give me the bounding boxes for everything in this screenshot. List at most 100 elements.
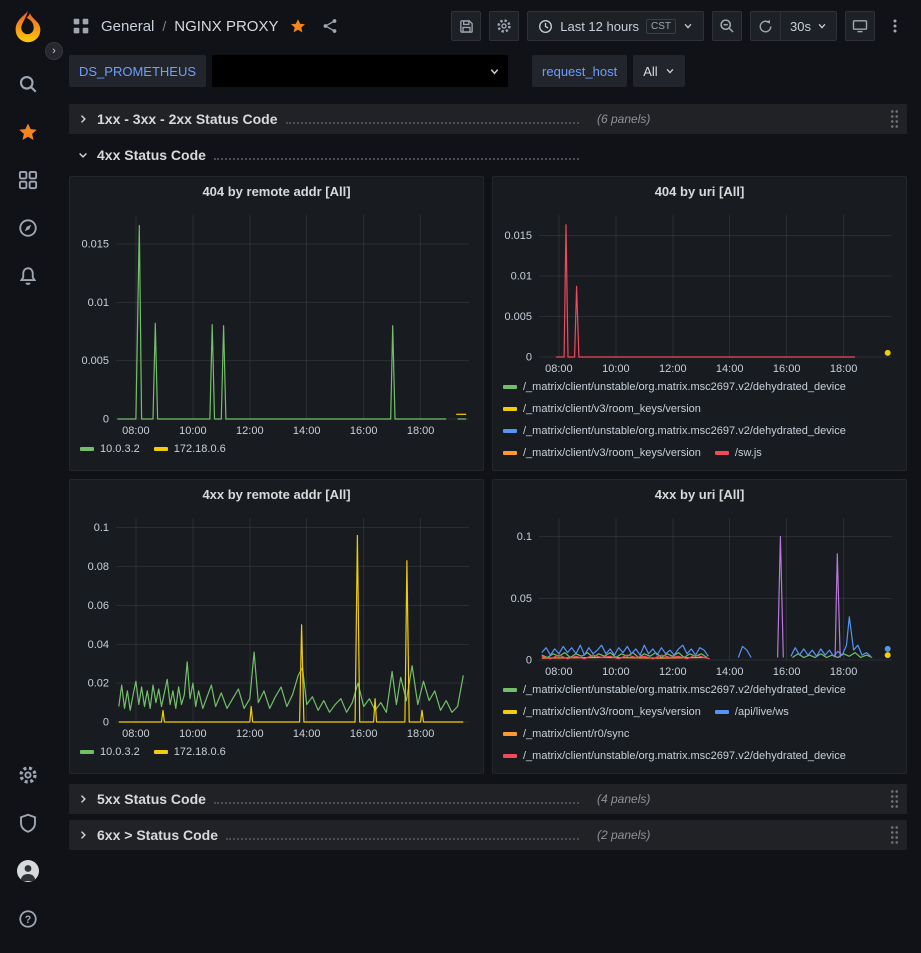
timeseries-chart-404-by-uri[interactable]: 00.0050.010.01508:0010:0012:0014:0016:00… [493, 207, 906, 377]
svg-text:08:00: 08:00 [545, 666, 573, 678]
svg-text:14:00: 14:00 [716, 363, 744, 375]
legend-series-label: 172.18.0.6 [174, 443, 226, 455]
row-dotted-leader [214, 149, 579, 160]
svg-text:10:00: 10:00 [179, 728, 207, 740]
legend-series-marker [503, 407, 517, 411]
breadcrumb-section[interactable]: General [101, 18, 154, 35]
legend-item[interactable]: /_matrix/client/unstable/org.matrix.msc2… [503, 424, 846, 439]
legend-item[interactable]: /_matrix/client/unstable/org.matrix.msc2… [503, 683, 846, 698]
dashboard-submenu: DS_PROMETHEUS request_host All [55, 52, 921, 90]
row-header-6xx[interactable]: 6xx > Status Code (2 panels) [69, 820, 907, 850]
legend-series-label: /_matrix/client/v3/room_keys/version [523, 447, 701, 459]
row-title: 4xx Status Code [97, 147, 206, 163]
svg-text:14:00: 14:00 [293, 425, 321, 437]
legend-series-label: /_matrix/client/unstable/org.matrix.msc2… [523, 750, 846, 762]
sidebar-item-explore[interactable] [8, 208, 48, 248]
svg-text:18:00: 18:00 [407, 425, 435, 437]
timeseries-chart-4xx-by-remote-addr[interactable]: 00.020.040.060.080.108:0010:0012:0014:00… [70, 510, 483, 742]
sidebar-item-help[interactable]: ? [8, 899, 48, 939]
chevron-right-icon [77, 793, 89, 805]
legend-series-label: /_matrix/client/unstable/org.matrix.msc2… [523, 381, 846, 393]
time-range-picker[interactable]: Last 12 hours CST [527, 11, 704, 41]
svg-text:12:00: 12:00 [236, 425, 264, 437]
topbar-actions: Last 12 hours CST 30s [451, 11, 907, 41]
sidebar-item-dashboards[interactable] [8, 160, 48, 200]
svg-text:0: 0 [103, 717, 109, 729]
row-panel-count: (2 panels) [597, 828, 650, 842]
save-dashboard-button[interactable] [451, 11, 481, 41]
row-title: 6xx > Status Code [97, 827, 218, 843]
legend-series-marker [154, 447, 168, 451]
chart-legend: 10.0.3.2 172.18.0.6 [70, 742, 483, 773]
legend-series-label: /_matrix/client/unstable/org.matrix.msc2… [523, 425, 846, 437]
legend-item[interactable]: /api/live/ws [715, 705, 789, 720]
share-icon[interactable] [318, 14, 342, 38]
svg-text:0.05: 0.05 [511, 593, 532, 605]
apps-icon [69, 14, 93, 38]
legend-item[interactable]: /_matrix/client/v3/room_keys/version [503, 446, 701, 461]
panel-title[interactable]: 404 by uri [All] [493, 177, 906, 207]
refresh-icon [758, 19, 773, 34]
legend-series-marker [503, 732, 517, 736]
svg-text:12:00: 12:00 [659, 363, 687, 375]
row-header-4xx[interactable]: 4xx Status Code [69, 140, 907, 170]
zoom-out-button[interactable] [712, 11, 742, 41]
gear-icon [496, 18, 512, 34]
monitor-icon [852, 18, 868, 34]
svg-text:16:00: 16:00 [350, 728, 378, 740]
row-header-1xx-3xx-2xx[interactable]: 1xx - 3xx - 2xx Status Code (6 panels) [69, 104, 907, 134]
row-drag-handle[interactable] [890, 109, 899, 129]
caret-down-icon [683, 21, 693, 31]
row-header-5xx[interactable]: 5xx Status Code (4 panels) [69, 784, 907, 814]
panel-title[interactable]: 404 by remote addr [All] [70, 177, 483, 207]
topbar: General / NGINX PROXY Last 12 hours [55, 0, 921, 52]
panel-title[interactable]: 4xx by remote addr [All] [70, 480, 483, 510]
legend-series-marker [80, 447, 94, 451]
sidebar-item-profile[interactable] [8, 851, 48, 891]
row-drag-handle[interactable] [890, 825, 899, 845]
sidebar-item-alerting[interactable] [8, 256, 48, 296]
legend-series-label: /sw.js [735, 447, 762, 459]
legend-item[interactable]: /sw.js [715, 446, 762, 461]
legend-item[interactable]: /_matrix/client/v3/room_keys/version [503, 705, 701, 720]
sidebar-item-configuration[interactable] [8, 755, 48, 795]
row-drag-handle[interactable] [890, 789, 899, 809]
legend-series-marker [503, 429, 517, 433]
legend-item[interactable]: 10.0.3.2 [80, 442, 140, 457]
timeseries-chart-4xx-by-uri[interactable]: 00.050.108:0010:0012:0014:0016:0018:00 [493, 510, 906, 680]
clock-icon [538, 19, 553, 34]
timeseries-chart-404-by-remote-addr[interactable]: 00.0050.010.01508:0010:0012:0014:0016:00… [70, 207, 483, 439]
sidebar-item-starred[interactable] [8, 112, 48, 152]
legend-item[interactable]: 172.18.0.6 [154, 442, 226, 457]
svg-text:08:00: 08:00 [545, 363, 573, 375]
request-host-variable-value[interactable]: All [633, 55, 684, 87]
datasource-variable-value[interactable] [212, 55, 508, 87]
legend-series-marker [154, 750, 168, 754]
legend-series-label: /_matrix/client/v3/room_keys/version [523, 403, 701, 415]
svg-text:18:00: 18:00 [830, 666, 858, 678]
legend-item[interactable]: 172.18.0.6 [154, 745, 226, 760]
legend-series-label: /_matrix/client/unstable/org.matrix.msc2… [523, 684, 846, 696]
legend-item[interactable]: /_matrix/client/unstable/org.matrix.msc2… [503, 380, 846, 395]
main-area: General / NGINX PROXY Last 12 hours [55, 0, 921, 953]
legend-item[interactable]: /_matrix/client/v3/room_keys/version [503, 402, 701, 417]
svg-text:0.01: 0.01 [511, 270, 532, 282]
dashboard-settings-button[interactable] [489, 11, 519, 41]
page-title[interactable]: NGINX PROXY [174, 18, 278, 35]
sidebar-item-search[interactable] [8, 64, 48, 104]
sidebar-item-server-admin[interactable] [8, 803, 48, 843]
refresh-interval-dropdown[interactable]: 30s [780, 11, 837, 41]
request-host-variable-label[interactable]: request_host [532, 55, 627, 87]
kebab-menu-icon[interactable] [883, 14, 907, 38]
panel-title[interactable]: 4xx by uri [All] [493, 480, 906, 510]
datasource-variable-label[interactable]: DS_PROMETHEUS [69, 55, 206, 87]
refresh-button[interactable] [750, 11, 780, 41]
legend-item[interactable]: /_matrix/client/r0/sync [503, 727, 629, 742]
grafana-app: ? › General / NGINX PROXY [0, 0, 921, 953]
sidebar-expand-button[interactable]: › [45, 42, 63, 60]
legend-item[interactable]: 10.0.3.2 [80, 745, 140, 760]
tv-mode-button[interactable] [845, 11, 875, 41]
favorite-star-icon[interactable] [286, 14, 310, 38]
legend-item[interactable]: /_matrix/client/unstable/org.matrix.msc2… [503, 749, 846, 764]
grafana-logo[interactable] [9, 8, 47, 46]
